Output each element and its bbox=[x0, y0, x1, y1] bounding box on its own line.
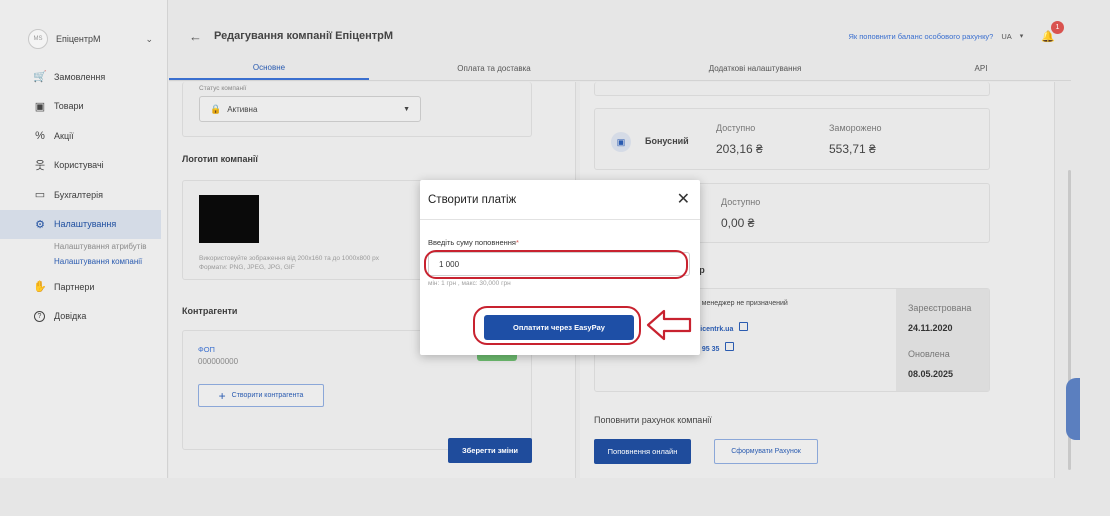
contractor-code: 000000000 bbox=[198, 357, 239, 366]
bonus-available-label: Доступно bbox=[716, 123, 756, 133]
second-available-label: Доступно bbox=[721, 197, 761, 207]
chevron-down-icon: ⌄ bbox=[145, 33, 153, 44]
create-contractor-button[interactable]: + Створити контрагента bbox=[198, 384, 324, 407]
wallet-icon: ▭ bbox=[34, 189, 46, 202]
back-arrow-icon[interactable]: ← bbox=[189, 29, 202, 44]
sidebar-item-label: Замовлення bbox=[54, 71, 106, 82]
annotation-highlight-amount bbox=[424, 250, 688, 279]
page-header: ← Редагування компанії ЕпіцентрМ Як попо… bbox=[169, 20, 1071, 52]
manager-phone-row: 2 95 35 bbox=[696, 338, 735, 356]
annotation-arrow-icon bbox=[646, 309, 692, 341]
top-card bbox=[594, 82, 990, 96]
required-mark: * bbox=[515, 238, 519, 247]
logo-hint-formats: Формати: PNG, JPEG, JPG, GIF bbox=[199, 264, 295, 271]
amount-label-text: Введіть суму поповнення bbox=[428, 238, 516, 247]
amount-field-label: Введіть суму поповнення* bbox=[428, 238, 519, 247]
wallet-icon: ▣ bbox=[611, 132, 631, 152]
sidebar-item-label: Акції bbox=[54, 130, 74, 141]
dialog-header: Створити платіж ✕ bbox=[420, 180, 700, 220]
tab-bar: Основне Оплата та доставка Додаткові нал… bbox=[169, 56, 1071, 81]
plus-icon: + bbox=[218, 388, 226, 403]
cart-icon: 🛒 bbox=[33, 71, 47, 84]
updated-label: Оновлена bbox=[908, 349, 950, 359]
registration-info: Зареєстрована 24.11.2020 Оновлена 08.05.… bbox=[896, 289, 989, 391]
handshake-icon: ✋ bbox=[33, 281, 47, 294]
sidebar-item-orders[interactable]: 🛒 Замовлення bbox=[0, 62, 167, 92]
registered-date: 24.11.2020 bbox=[908, 323, 953, 333]
caret-down-icon: ▼ bbox=[403, 105, 410, 113]
copy-icon[interactable] bbox=[739, 322, 749, 332]
notification-badge: 1 bbox=[1051, 20, 1064, 34]
contractor-type[interactable]: ФОП bbox=[198, 345, 215, 354]
status-label: Статус компанії bbox=[199, 85, 247, 92]
manager-email-row: picentrk.ua bbox=[696, 318, 749, 336]
create-contractor-label: Створити контрагента bbox=[231, 392, 304, 399]
bonus-balance-card: ▣ Бонусний Доступно 203,16 ₴ Заморожено … bbox=[594, 108, 990, 170]
sidebar-item-accounting[interactable]: ▭ Бухгалтерія bbox=[0, 180, 167, 210]
tab-api[interactable]: API bbox=[891, 56, 1071, 80]
sidebar-item-settings[interactable]: ⚙ Налаштування bbox=[0, 209, 161, 239]
updated-date: 08.05.2025 bbox=[908, 369, 954, 379]
manager-email[interactable]: picentrk.ua bbox=[696, 326, 733, 333]
tab-payment-delivery[interactable]: Оплата та доставка bbox=[369, 56, 619, 80]
sidebar-item-label: Бухгалтерія bbox=[54, 189, 103, 200]
dialog-title: Створити платіж bbox=[428, 193, 517, 206]
bonus-available-value: 203,16 ₴ bbox=[716, 142, 763, 156]
company-name: ЕпіцентрМ bbox=[56, 34, 101, 44]
status-select[interactable]: 🔒 Активна ▼ bbox=[199, 96, 421, 122]
company-logo: MS bbox=[28, 29, 48, 49]
sidebar-item-label: Налаштування bbox=[54, 219, 117, 230]
sidebar-item-label: Товари bbox=[54, 101, 84, 112]
bonus-frozen-value: 553,71 ₴ bbox=[829, 142, 876, 156]
form-invoice-button[interactable]: Сформувати Рахунок bbox=[714, 439, 818, 464]
gear-icon: ⚙ bbox=[35, 218, 45, 231]
registered-label: Зареєстрована bbox=[908, 303, 972, 313]
sidebar-item-promotions[interactable]: % Акції bbox=[0, 121, 167, 151]
caret-down-icon[interactable]: ▾ bbox=[1020, 32, 1024, 40]
tag-icon: % bbox=[35, 129, 45, 142]
sidebar-item-users[interactable]: 웃 Користувачі bbox=[0, 151, 167, 181]
copy-icon[interactable] bbox=[725, 342, 735, 352]
logo-hint-size: Використовуйте зображення від 200х160 та… bbox=[199, 255, 379, 262]
tab-main[interactable]: Основне bbox=[169, 56, 369, 80]
contractors-section-title: Контрагенти bbox=[182, 306, 238, 316]
sidebar-subitem-company[interactable]: Налаштування компанії bbox=[0, 254, 167, 269]
sidebar-item-label: Партнери bbox=[54, 281, 95, 292]
sidebar-subitem-attributes[interactable]: Налаштування атрибутів bbox=[0, 239, 167, 254]
close-icon[interactable]: ✕ bbox=[677, 191, 690, 208]
sidebar-nav: 🛒 Замовлення ▣ Товари % Акції 웃 Користув… bbox=[0, 62, 167, 331]
annotation-highlight-pay-button bbox=[473, 306, 641, 345]
save-changes-button[interactable]: Зберегти зміни bbox=[448, 438, 532, 463]
topup-section-title: Поповнити рахунок компанії bbox=[594, 415, 712, 425]
sidebar-item-products[interactable]: ▣ Товари bbox=[0, 92, 167, 122]
topup-online-button[interactable]: Поповнення онлайн bbox=[594, 439, 691, 464]
company-logo-image[interactable] bbox=[199, 195, 259, 243]
sidebar-item-partners[interactable]: ✋ Партнери bbox=[0, 272, 167, 302]
page-title: Редагування компанії ЕпіцентрМ bbox=[214, 30, 393, 42]
box-icon: ▣ bbox=[34, 100, 46, 113]
sidebar: MS ЕпіцентрМ ⌄ 🛒 Замовлення ▣ Товари % А… bbox=[0, 0, 168, 478]
lock-icon: 🔒 bbox=[210, 103, 222, 114]
tab-additional-settings[interactable]: Додаткові налаштування bbox=[619, 56, 891, 80]
second-available-value: 0,00 ₴ bbox=[721, 216, 755, 230]
logo-section-title: Логотип компанії bbox=[182, 154, 258, 164]
manager-status: ний менеджер не призначений bbox=[688, 300, 788, 307]
company-switcher[interactable]: MS ЕпіцентрМ ⌄ bbox=[0, 20, 167, 58]
header-actions: Як поповнити баланс особового рахунку? U… bbox=[848, 20, 1071, 43]
sidebar-item-label: Довідка bbox=[54, 311, 87, 322]
status-value: Активна bbox=[227, 104, 258, 114]
help-icon: ? bbox=[34, 310, 45, 322]
sidebar-item-label: Користувачі bbox=[54, 160, 104, 171]
sidebar-item-help[interactable]: ? Довідка bbox=[0, 302, 167, 332]
bonus-frozen-label: Заморожено bbox=[829, 123, 882, 133]
status-card: Статус компанії 🔒 Активна ▼ bbox=[182, 82, 532, 137]
bell-icon[interactable]: 🔔 1 bbox=[1041, 20, 1064, 43]
side-widget-tab[interactable] bbox=[1066, 378, 1080, 440]
topup-help-link[interactable]: Як поповнити баланс особового рахунку? bbox=[848, 32, 993, 41]
language-select[interactable]: UA bbox=[1001, 32, 1011, 41]
bonus-account-name: Бонусний bbox=[645, 136, 689, 146]
amount-limits-hint: мін: 1 грн , макс: 30,000 грн bbox=[428, 280, 511, 287]
user-icon: 웃 bbox=[34, 160, 46, 173]
